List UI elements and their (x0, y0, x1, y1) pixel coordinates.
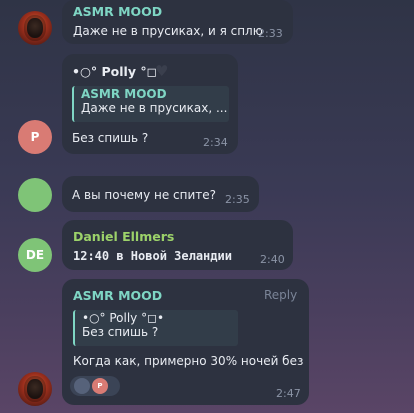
message-bubble[interactable]: ASMR MOOD Даже не в прусиках, и я сплю 2… (62, 0, 293, 44)
avatar-photo (27, 379, 43, 399)
avatar-asmr-mood[interactable] (18, 372, 52, 406)
message-bubble[interactable]: А вы почему не спите? 2:35 (62, 176, 259, 212)
message-text: Даже не в прусиках, и я сплю (73, 24, 263, 38)
reaction-avatar-letter: P (97, 382, 103, 390)
message-time: 2:34 (203, 136, 228, 149)
heart-icon: ♥ (155, 62, 169, 80)
message-time: 2:47 (276, 387, 301, 400)
quote-sender: •○° Polly °◻• (82, 311, 165, 325)
avatar-photo (27, 18, 43, 38)
sender-name[interactable]: ASMR MOOD (73, 4, 162, 19)
avatar-letter: P (30, 130, 40, 144)
sender-name[interactable]: •○° Polly °◻• (72, 64, 165, 79)
message-bubble[interactable]: Daniel Ellmers 12:40 в Новой Зеландии 2:… (62, 220, 293, 270)
quote-text: Даже не в прусиках, ... (81, 101, 228, 115)
message-time: 2:33 (258, 27, 283, 40)
quote-sender: ASMR MOOD (81, 87, 167, 101)
sender-name[interactable]: Daniel Ellmers (73, 229, 174, 244)
avatar-polly[interactable]: P (18, 120, 52, 154)
avatar-user[interactable] (18, 178, 52, 212)
reply-quote[interactable]: •○° Polly °◻• Без спишь ? (73, 310, 238, 346)
avatar-letter: DE (25, 248, 45, 262)
avatar-daniel-ellmers[interactable]: DE (18, 238, 52, 272)
message-text: Когда как, примерно 30% ночей без (73, 354, 304, 368)
message-text: Без спишь ? (72, 131, 149, 145)
sender-name[interactable]: ASMR MOOD (73, 288, 162, 303)
quote-text: Без спишь ? (82, 325, 159, 339)
message-time: 2:40 (260, 253, 285, 266)
reply-button[interactable]: Reply (264, 288, 297, 302)
message-bubble[interactable]: ASMR MOOD Reply •○° Polly °◻• Без спишь … (62, 279, 309, 405)
message-bubble[interactable]: •○° Polly °◻• ♥ ASMR MOOD Даже не в прус… (62, 54, 238, 154)
reply-quote[interactable]: ASMR MOOD Даже не в прусиках, ... (72, 86, 229, 122)
reaction-avatar-polly: P (92, 378, 108, 394)
message-text: А вы почему не спите? (72, 188, 217, 202)
message-text: 12:40 в Новой Зеландии (73, 249, 232, 263)
reaction-chip[interactable]: P (70, 376, 120, 396)
message-time: 2:35 (225, 193, 250, 206)
reaction-avatar-photo (74, 378, 90, 394)
avatar-asmr-mood[interactable] (18, 11, 52, 45)
